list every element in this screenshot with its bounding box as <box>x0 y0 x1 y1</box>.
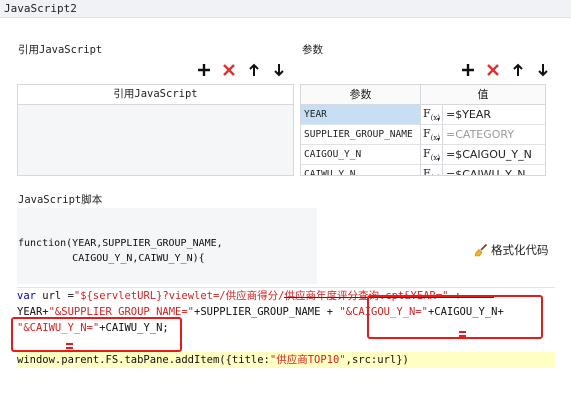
formula-button[interactable]: F(x) ▾ <box>421 105 443 124</box>
formula-sub: (x) <box>431 174 440 175</box>
code-token: +SUPPLIER_GROUP_NAME + <box>194 306 340 318</box>
formula-label: F <box>423 147 431 160</box>
formula-button[interactable]: F(x) ▾ <box>421 125 443 144</box>
broom-icon <box>474 243 488 257</box>
params-table: 参数 值 YEAR F(x) ▾ =$YEAR SUPPLIER_GROUP_NA… <box>300 84 546 176</box>
x-icon <box>223 64 235 76</box>
references-column-header: 引用JavaScript <box>18 85 293 105</box>
arrow-down-icon <box>538 64 548 77</box>
arrow-up-icon <box>249 63 259 76</box>
function-signature-line: function(YEAR,SUPPLIER_GROUP_NAME, <box>18 238 223 249</box>
param-name[interactable]: SUPPLIER_GROUP_NAME <box>301 125 421 144</box>
dropdown-arrow-icon: ▾ <box>436 136 440 143</box>
annotation-tick <box>66 347 73 349</box>
param-row[interactable]: YEAR F(x) ▾ =$YEAR <box>301 105 545 125</box>
annotation-box-caiwu <box>11 317 182 352</box>
references-section-label: 引用JavaScript <box>18 44 103 56</box>
plus-icon <box>198 64 210 76</box>
window-title-bar: JavaScript2 <box>0 0 571 18</box>
param-name[interactable]: YEAR <box>301 105 421 124</box>
params-section-label: 参数 <box>302 44 323 56</box>
code-token: var <box>17 290 36 302</box>
delete-param-button[interactable] <box>484 61 502 79</box>
param-value[interactable]: =$YEAR <box>443 105 545 124</box>
code-token: ,src:url}) <box>345 354 409 366</box>
delete-reference-button[interactable] <box>220 61 238 79</box>
param-row[interactable]: SUPPLIER_GROUP_NAME F(x) ▾ =CATEGORY <box>301 125 545 145</box>
formula-button[interactable]: F(x) ▾ <box>421 145 443 164</box>
param-value[interactable]: =$CAIGOU_Y_N <box>443 145 545 164</box>
x-icon <box>487 64 499 76</box>
format-code-label: 格式化代码 <box>491 243 549 257</box>
params-header-value: 值 <box>477 88 489 101</box>
annotation-tick <box>66 343 73 345</box>
param-name[interactable]: CAIWU_Y_N <box>301 165 421 175</box>
function-signature-line: CAIGOU_Y_N,CAIWU_Y_N){ <box>18 253 205 264</box>
add-param-button[interactable] <box>459 61 477 79</box>
formula-label: F <box>423 127 431 140</box>
code-token: url = <box>35 290 74 302</box>
move-reference-up-button[interactable] <box>245 61 263 79</box>
annotation-tick <box>459 331 466 333</box>
references-list[interactable]: 引用JavaScript <box>17 84 294 176</box>
move-reference-down-button[interactable] <box>270 61 288 79</box>
param-row[interactable]: CAIGOU_Y_N F(x) ▾ =$CAIGOU_Y_N <box>301 145 545 165</box>
params-header-row: 参数 值 <box>301 85 545 105</box>
code-token: window.parent.FS.tabPane.addItem({title: <box>17 354 270 366</box>
formula-label: F <box>423 107 431 120</box>
function-signature: function(YEAR,SUPPLIER_GROUP_NAME, CAIGO… <box>18 236 223 266</box>
param-name[interactable]: CAIGOU_Y_N <box>301 145 421 164</box>
params-header-name: 参数 <box>301 85 421 104</box>
dropdown-arrow-icon: ▾ <box>436 116 440 123</box>
annotation-tick <box>459 335 466 337</box>
move-param-up-button[interactable] <box>509 61 527 79</box>
format-code-button[interactable]: 格式化代码 <box>474 241 549 259</box>
param-row[interactable]: CAIWU_Y_N F(x) =$CAIWU_Y_N <box>301 165 545 176</box>
dropdown-arrow-icon: ▾ <box>436 156 440 163</box>
script-section-label: JavaScript脚本 <box>18 194 103 206</box>
plus-icon <box>462 64 474 76</box>
param-value[interactable]: =$CAIWU_Y_N <box>443 165 545 175</box>
arrow-up-icon <box>513 63 523 76</box>
formula-button[interactable]: F(x) <box>421 165 443 176</box>
move-param-down-button[interactable] <box>534 61 552 79</box>
window-title: JavaScript2 <box>4 2 77 15</box>
add-reference-button[interactable] <box>195 61 213 79</box>
param-value[interactable]: =CATEGORY <box>443 125 545 144</box>
code-line-highlighted: window.parent.FS.tabPane.addItem({title:… <box>17 352 555 368</box>
arrow-down-icon <box>274 64 284 77</box>
code-token: "供应商TOP10" <box>269 354 346 366</box>
annotation-box-caigou <box>367 295 543 339</box>
formula-label: F <box>423 167 431 176</box>
